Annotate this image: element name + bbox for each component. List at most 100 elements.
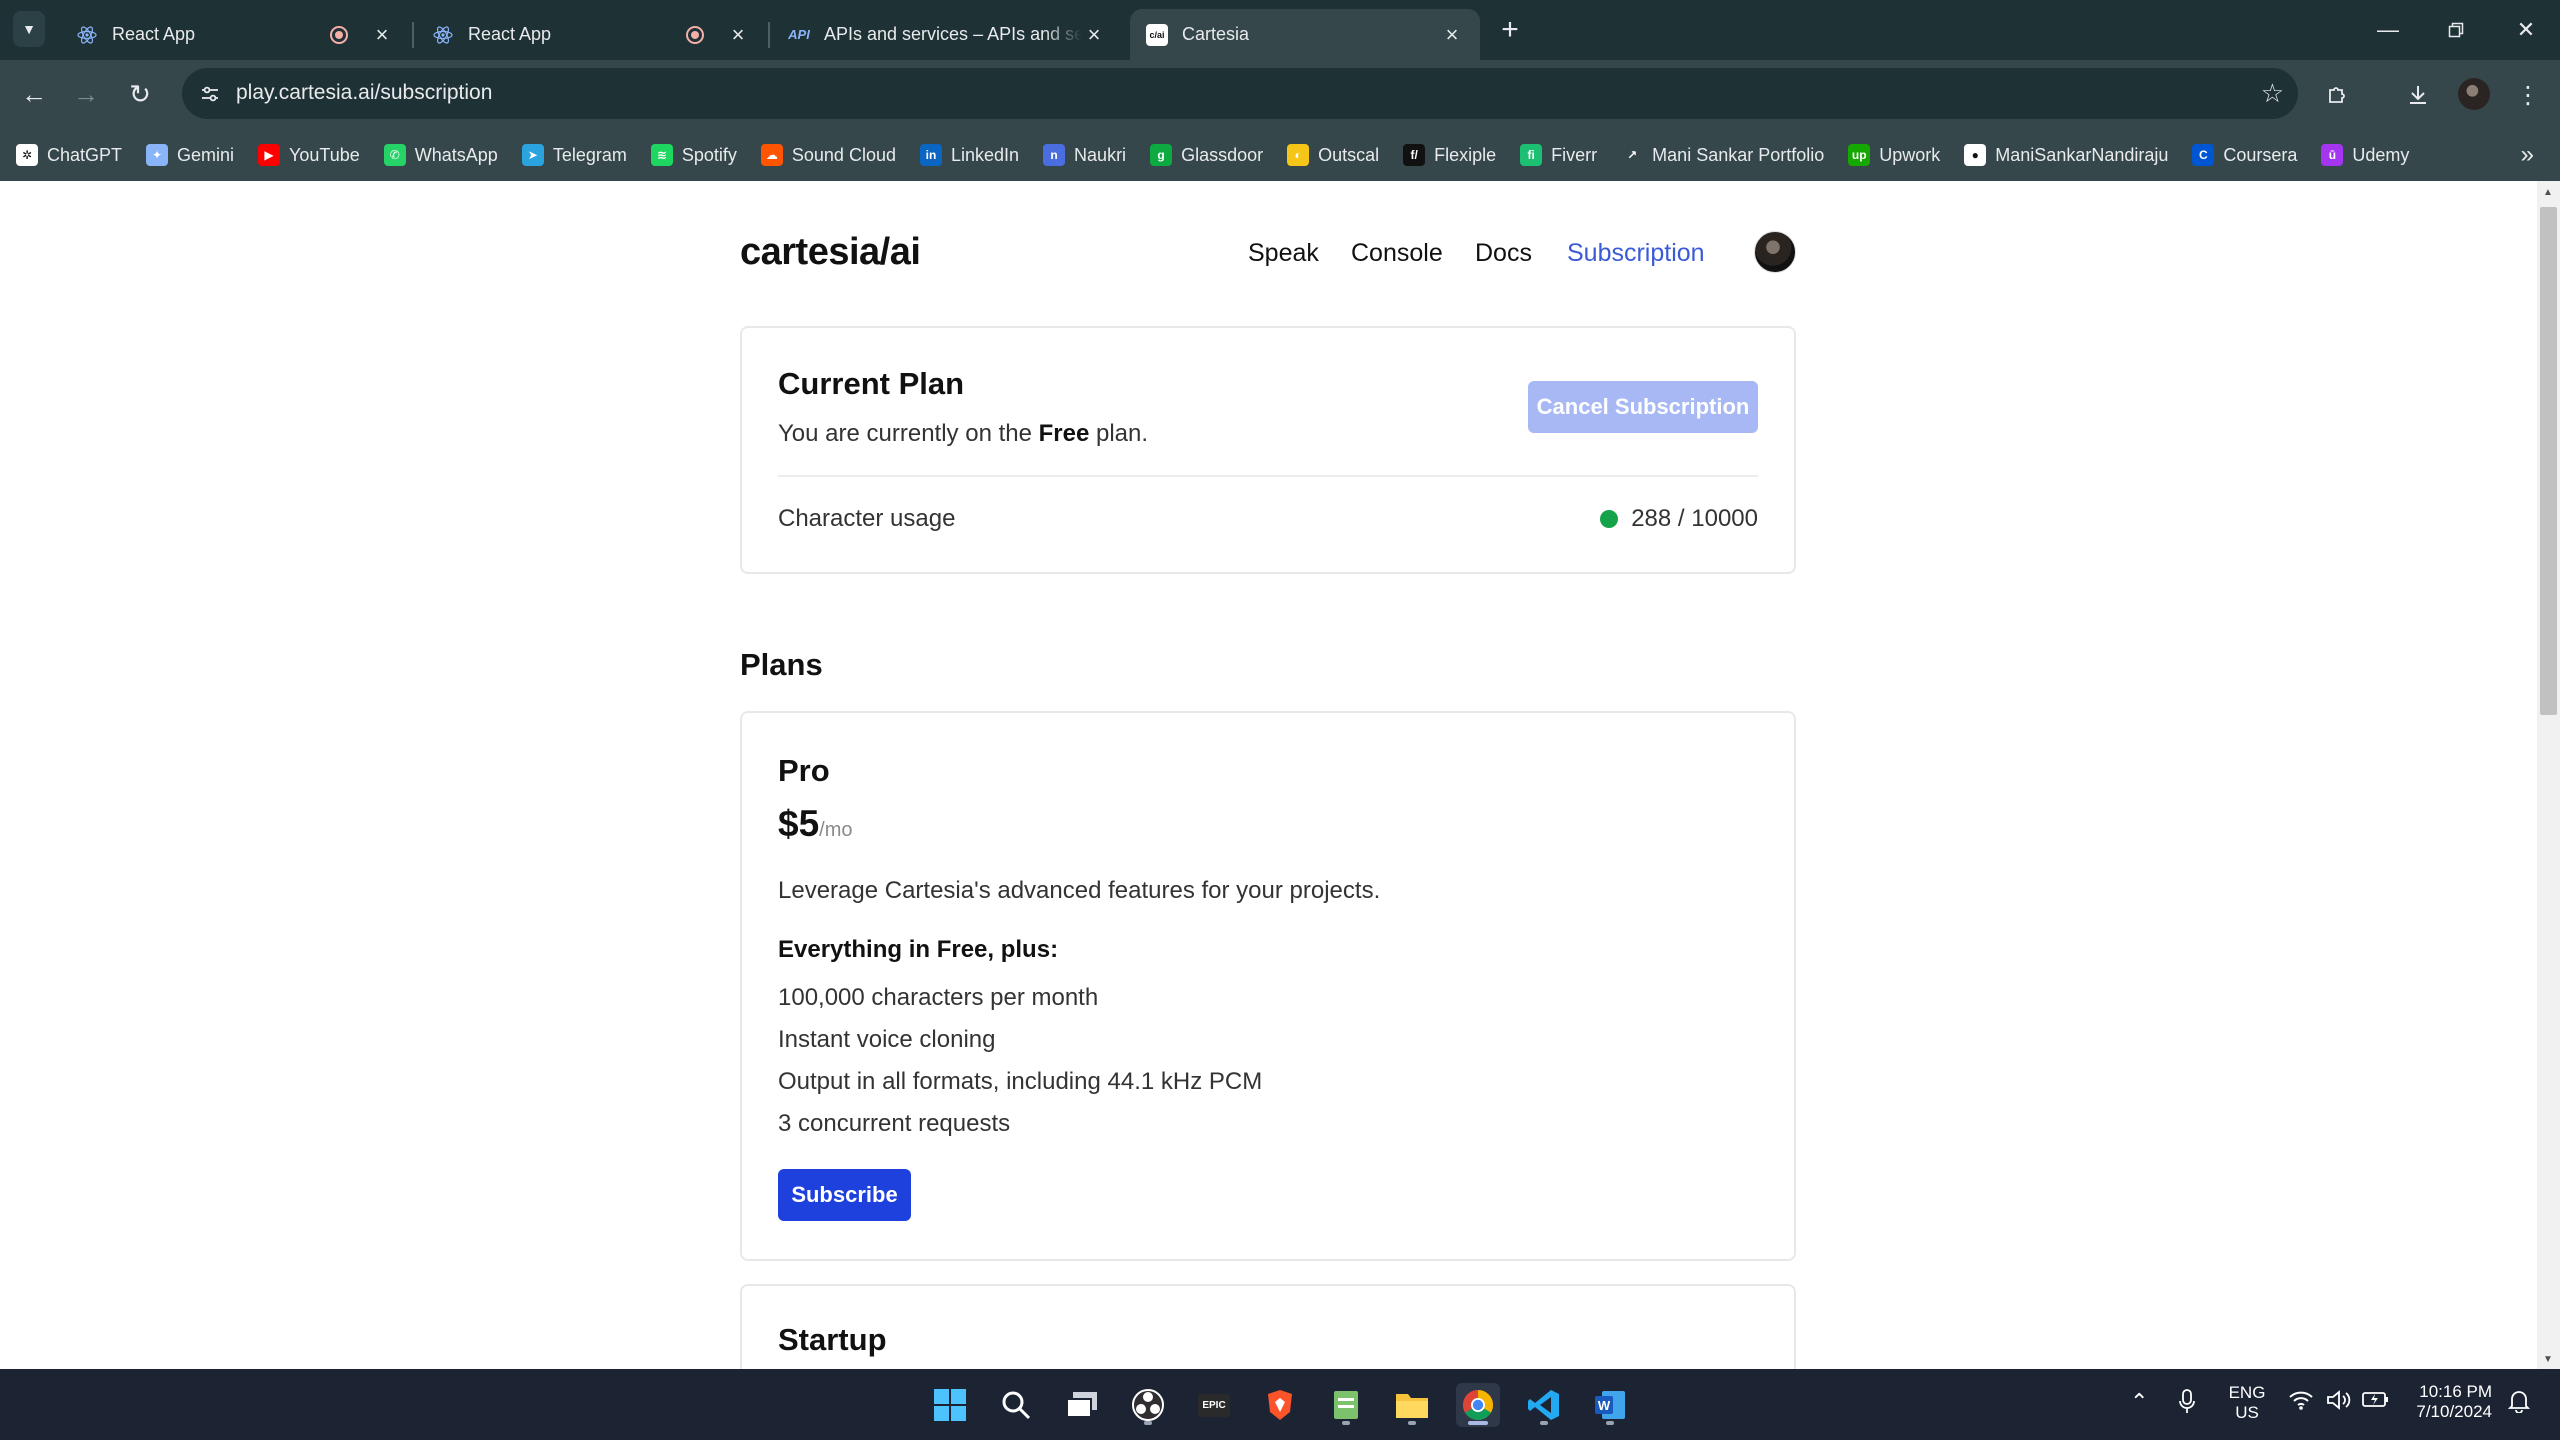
volume-icon[interactable] — [2326, 1389, 2352, 1417]
windows-taskbar: EPIC W ⌃ ENG US 10:16 PM 7/10/2024 — [0, 1369, 2560, 1440]
new-tab-button[interactable]: + — [1494, 13, 1526, 46]
arrow-right-icon: → — [73, 78, 99, 109]
bookmark-label: Coursera — [2223, 144, 2298, 165]
nav-docs[interactable]: Docs — [1475, 239, 1532, 268]
bookmark-item[interactable]: ū Udemy — [2321, 144, 2409, 166]
gemini-icon: ✦ — [146, 144, 169, 166]
bookmark-item[interactable]: f/Flexiple — [1403, 144, 1496, 166]
bookmark-item[interactable]: ➤ Telegram — [521, 144, 627, 166]
windows-start-icon[interactable] — [928, 1383, 972, 1427]
restore-button[interactable] — [2436, 10, 2476, 50]
bookmark-item[interactable]: ✆ WhatsApp — [383, 144, 498, 166]
subscribe-button[interactable]: Subscribe — [778, 1169, 911, 1221]
tab-title: React App — [468, 24, 552, 44]
udemy-icon: ū — [2321, 144, 2344, 166]
browser-tab[interactable]: React App × — [60, 9, 410, 60]
back-button[interactable]: ← — [14, 74, 54, 114]
site-settings-button[interactable] — [192, 76, 228, 112]
notification-bell-icon[interactable] — [2507, 1389, 2531, 1419]
plan-card-pro: Pro $5/mo Leverage Cartesia's advanced f… — [740, 711, 1796, 1261]
scroll-up-icon[interactable]: ▲ — [2543, 187, 2553, 198]
battery-icon[interactable] — [2362, 1389, 2390, 1415]
scrollbar-thumb[interactable] — [2540, 207, 2557, 715]
running-indicator — [1408, 1421, 1416, 1425]
obs-icon[interactable] — [1126, 1383, 1170, 1427]
tab-title: Cartesia — [1182, 24, 1250, 44]
chrome-icon[interactable] — [1456, 1383, 1500, 1427]
close-tab-icon[interactable]: × — [1440, 22, 1464, 47]
linkedin-icon: in — [919, 144, 942, 166]
address-bar[interactable]: play.cartesia.ai/subscription ☆ — [182, 68, 2298, 119]
bookmark-label: Glassdoor — [1181, 144, 1264, 165]
nav-subscription[interactable]: Subscription — [1567, 239, 1705, 268]
extensions-button[interactable] — [2318, 75, 2358, 115]
tab-search-button[interactable]: ▼ — [13, 11, 45, 47]
close-tab-icon[interactable]: × — [1082, 22, 1106, 47]
minimize-button[interactable]: — — [2368, 10, 2408, 50]
bookmark-star-icon[interactable]: ☆ — [2261, 78, 2284, 109]
user-avatar[interactable] — [1754, 231, 1796, 273]
bookmark-item[interactable]: g Glassdoor — [1150, 144, 1263, 166]
bookmarks-overflow-icon[interactable]: » — [2521, 141, 2534, 169]
bookmark-item[interactable]: ▶ YouTube — [258, 144, 360, 166]
current-plan-text: You are currently on the Free plan. — [778, 420, 1148, 448]
browser-profile-avatar[interactable] — [2458, 78, 2490, 110]
close-window-button[interactable]: ✕ — [2506, 10, 2546, 50]
plan-card-startup: Startup — [740, 1284, 1796, 1369]
bookmark-item[interactable]: ↗ Mani Sankar Portfolio — [1621, 144, 1824, 166]
bookmark-item[interactable]: ✲ ChatGPT — [16, 144, 122, 166]
notepad-icon[interactable] — [1324, 1383, 1368, 1427]
search-icon[interactable] — [994, 1383, 1038, 1427]
word-icon[interactable]: W — [1588, 1383, 1632, 1427]
nav-speak[interactable]: Speak — [1248, 239, 1319, 268]
bookmark-item[interactable]: ☁ Sound Cloud — [760, 144, 896, 166]
bookmark-item[interactable]: ≋ Spotify — [650, 144, 737, 166]
cancel-subscription-button[interactable]: Cancel Subscription — [1528, 381, 1758, 433]
tune-icon — [202, 86, 218, 102]
browser-tab[interactable]: API APIs and services – APIs and service… — [772, 9, 1122, 60]
bookmark-label: Udemy — [2352, 144, 2410, 165]
epic-games-icon[interactable]: EPIC — [1192, 1383, 1236, 1427]
chevron-down-icon: ▼ — [22, 21, 36, 37]
scroll-down-icon[interactable]: ▼ — [2543, 1354, 2553, 1365]
character-usage-value: 288 / 10000 — [1600, 505, 1758, 533]
bookmark-item[interactable]: ● ManiSankarNandiraju — [1964, 144, 2168, 166]
bookmark-item[interactable]: n Naukri — [1043, 144, 1126, 166]
chevron-up-icon[interactable]: ⌃ — [2130, 1389, 2148, 1415]
forward-button[interactable]: → — [66, 74, 106, 114]
file-explorer-icon[interactable] — [1390, 1383, 1434, 1427]
task-view-icon[interactable] — [1060, 1383, 1104, 1427]
browser-tab-active[interactable]: c/ai Cartesia × — [1130, 9, 1480, 60]
brave-icon[interactable] — [1258, 1383, 1302, 1427]
clock[interactable]: 10:16 PM 7/10/2024 — [2400, 1382, 2492, 1422]
plan-features-heading: Everything in Free, plus: — [778, 936, 1059, 963]
site-logo[interactable]: cartesia/ai — [740, 231, 921, 274]
vscode-icon[interactable] — [1522, 1383, 1566, 1427]
close-tab-icon[interactable]: × — [726, 22, 750, 47]
plan-description: Leverage Cartesia's advanced features fo… — [778, 877, 1381, 904]
bookmark-label: Outscal — [1318, 144, 1380, 165]
bookmark-item[interactable]: ✦ Gemini — [146, 144, 234, 166]
plan-price-period: /mo — [819, 819, 853, 841]
wifi-icon[interactable] — [2288, 1389, 2314, 1417]
page-scrollbar[interactable]: ▲ ▼ — [2537, 181, 2560, 1369]
character-usage-label: Character usage — [778, 505, 956, 532]
reload-button[interactable]: ↻ — [120, 74, 160, 114]
downloads-button[interactable] — [2398, 75, 2438, 115]
bookmark-item[interactable]: ◐ Outscal — [1287, 144, 1379, 166]
bookmark-item[interactable]: C Coursera — [2192, 144, 2297, 166]
bookmark-item[interactable]: fi Fiverr — [1520, 144, 1597, 166]
nav-console[interactable]: Console — [1351, 239, 1443, 268]
browser-tab[interactable]: React App × — [416, 9, 766, 60]
browser-menu-button[interactable]: ⋮ — [2508, 75, 2548, 115]
url-text[interactable]: play.cartesia.ai/subscription — [236, 81, 492, 105]
minimize-icon: — — [2377, 17, 2399, 42]
bookmark-label: Spotify — [681, 144, 737, 165]
bookmark-item[interactable]: in LinkedIn — [919, 144, 1019, 166]
bookmark-item[interactable]: up Upwork — [1848, 144, 1940, 166]
close-tab-icon[interactable]: × — [370, 22, 394, 47]
language-indicator[interactable]: ENG US — [2222, 1383, 2272, 1423]
page-content: cartesia/ai Speak Console Docs Subscript… — [0, 181, 2537, 1369]
current-plan-title: Current Plan — [778, 366, 965, 401]
microphone-icon[interactable] — [2178, 1389, 2196, 1421]
